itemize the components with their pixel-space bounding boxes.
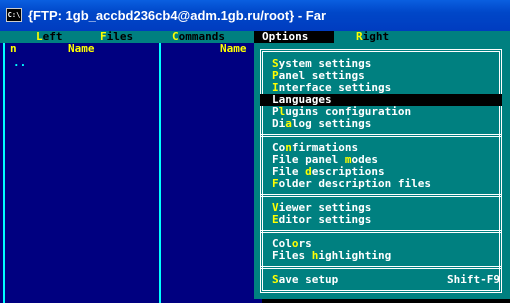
label-text: Dialog settings: [272, 117, 372, 130]
left-panel-border: [3, 43, 5, 303]
options-menu-frame: System settings Panel settings Interface s…: [260, 49, 502, 293]
left-panel-name-header[interactable]: Name: [68, 43, 95, 55]
far-console: Left Files Commands Options Right n Name Nam…: [0, 31, 510, 303]
label-text: Left: [36, 31, 63, 43]
menu-files[interactable]: Files: [100, 31, 133, 43]
options-menu: System settings Panel settings Interface s…: [254, 43, 510, 299]
save-setup-menu-item[interactable]: Save setup Shift-F9: [272, 274, 510, 286]
label-text: Files: [100, 31, 134, 43]
console-app-icon[interactable]: C:\: [6, 8, 22, 22]
dialog-settings-menu-item[interactable]: Dialog settings: [272, 118, 510, 130]
left-panel-col-header-stub: n: [10, 42, 17, 55]
menu-separator: [260, 230, 502, 233]
left-panel-column-divider: [159, 43, 161, 303]
menu-separator: [260, 134, 502, 137]
menu-separator: [260, 194, 502, 197]
menu-right[interactable]: Right: [356, 31, 389, 43]
editor-settings-menu-item[interactable]: Editor settings: [272, 214, 510, 226]
menu-commands[interactable]: Commands: [172, 31, 225, 43]
window-titlebar: C:\ {FTP: 1gb_accbd236cb4@adm.1gb.ru/roo…: [0, 0, 510, 31]
label-text: Options: [262, 31, 309, 43]
label-text: Save setup: [272, 273, 339, 286]
save-setup-shortcut: Shift-F9: [447, 273, 500, 286]
label-text: Files highlighting: [272, 249, 392, 262]
label-text: Right: [356, 31, 390, 43]
window-title: {FTP: 1gb_accbd236cb4@adm.1gb.ru/root} -…: [28, 8, 327, 23]
label-text: Folder description files: [272, 177, 431, 190]
label-text: Editor settings: [272, 213, 372, 226]
parent-directory-entry[interactable]: ..: [13, 57, 26, 69]
files-highlighting-menu-item[interactable]: Files highlighting: [272, 250, 510, 262]
menu-left[interactable]: Left: [36, 31, 63, 43]
menu-options[interactable]: Options: [254, 31, 334, 43]
folder-description-files-menu-item[interactable]: Folder description files: [272, 178, 510, 190]
left-panel[interactable]: n Name Name ..: [0, 43, 254, 303]
label-text: Commands: [172, 31, 225, 43]
menu-separator: [260, 266, 502, 269]
options-menu-shadow: [262, 299, 510, 303]
right-panel-name-header[interactable]: Name: [220, 43, 247, 55]
